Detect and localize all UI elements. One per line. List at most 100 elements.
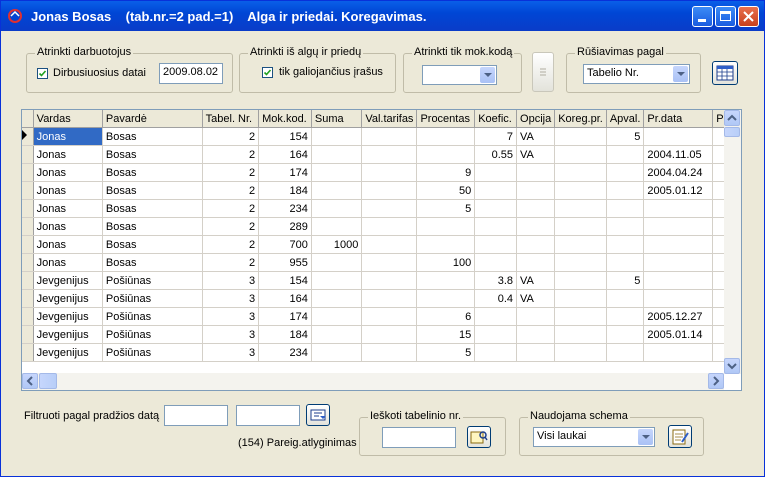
valid-records-checkbox[interactable] xyxy=(262,67,273,78)
table-cell[interactable]: Jonas xyxy=(33,145,103,164)
table-cell[interactable]: 154 xyxy=(258,271,312,290)
table-cell[interactable] xyxy=(311,253,363,272)
table-cell[interactable] xyxy=(516,181,556,200)
table-cell[interactable]: 154 xyxy=(258,127,312,146)
table-cell[interactable]: VA xyxy=(516,271,556,290)
table-cell[interactable]: Bosas xyxy=(102,181,203,200)
employee-date-input[interactable]: 2009.08.02 xyxy=(159,63,223,84)
report-button[interactable] xyxy=(712,61,738,85)
table-cell[interactable] xyxy=(554,307,607,326)
table-cell[interactable]: Pošiūnas xyxy=(102,271,203,290)
table-cell[interactable] xyxy=(474,343,518,362)
table-cell[interactable]: Pošiūnas xyxy=(102,325,203,344)
table-cell[interactable] xyxy=(554,253,607,272)
table-cell[interactable]: Pošiūnas xyxy=(102,289,203,308)
row-indicator[interactable] xyxy=(22,307,34,326)
table-cell[interactable]: Jevgenijus xyxy=(33,289,103,308)
sort-select[interactable]: Tabelio Nr. xyxy=(583,64,690,84)
table-cell[interactable] xyxy=(311,217,363,236)
table-cell[interactable]: Bosas xyxy=(102,217,203,236)
table-cell[interactable] xyxy=(643,271,714,290)
table-cell[interactable] xyxy=(606,325,645,344)
table-cell[interactable] xyxy=(474,307,518,326)
table-row[interactable]: Jevgenijus Pošiūnas 3 164 0.4 VA xyxy=(22,289,741,308)
table-cell[interactable] xyxy=(361,289,418,308)
table-cell[interactable]: 184 xyxy=(258,181,312,200)
table-cell[interactable] xyxy=(474,325,518,344)
table-cell[interactable] xyxy=(643,217,714,236)
table-cell[interactable]: Jonas xyxy=(33,127,103,146)
table-cell[interactable]: 289 xyxy=(258,217,312,236)
table-cell[interactable] xyxy=(361,325,418,344)
table-cell[interactable]: Bosas xyxy=(102,145,203,164)
table-cell[interactable]: 2 xyxy=(202,127,260,146)
table-cell[interactable]: 184 xyxy=(258,325,312,344)
table-cell[interactable] xyxy=(474,181,518,200)
table-cell[interactable]: 2 xyxy=(202,163,260,182)
row-indicator[interactable] xyxy=(22,163,34,182)
table-cell[interactable] xyxy=(606,343,645,362)
table-cell[interactable]: 5 xyxy=(416,199,476,218)
table-cell[interactable] xyxy=(554,145,607,164)
table-cell[interactable]: Jevgenijus xyxy=(33,307,103,326)
column-header[interactable]: Koreg.pr. xyxy=(554,110,607,128)
column-header[interactable]: Procentas xyxy=(416,110,476,128)
chevron-down-icon[interactable] xyxy=(480,67,495,83)
table-row[interactable]: Jonas Bosas 2 154 7 VA 5 xyxy=(22,127,741,146)
schema-select[interactable]: Visi laukai xyxy=(533,427,655,447)
column-header[interactable]: Mok.kod. xyxy=(258,110,312,128)
table-cell[interactable] xyxy=(311,271,363,290)
table-cell[interactable] xyxy=(361,163,418,182)
table-cell[interactable]: Jevgenijus xyxy=(33,271,103,290)
horizontal-scroll-thumb[interactable] xyxy=(39,373,57,389)
table-cell[interactable] xyxy=(416,235,476,254)
scroll-up-button[interactable] xyxy=(724,110,740,126)
table-cell[interactable]: Bosas xyxy=(102,127,203,146)
table-cell[interactable] xyxy=(516,253,556,272)
table-cell[interactable] xyxy=(361,127,418,146)
table-cell[interactable] xyxy=(416,271,476,290)
table-cell[interactable] xyxy=(554,289,607,308)
apply-code-button[interactable] xyxy=(532,52,554,92)
edit-schema-button[interactable] xyxy=(668,425,692,448)
column-header[interactable]: Koefic. xyxy=(474,110,518,128)
table-cell[interactable]: 955 xyxy=(258,253,312,272)
table-cell[interactable]: Jonas xyxy=(33,235,103,254)
table-cell[interactable] xyxy=(361,235,418,254)
table-cell[interactable] xyxy=(643,235,714,254)
row-indicator[interactable] xyxy=(22,235,34,254)
tab-number-search-input[interactable] xyxy=(382,427,456,448)
worked-on-date-label[interactable]: Dirbusiuosius datai xyxy=(53,67,146,79)
table-cell[interactable]: 3.8 xyxy=(474,271,518,290)
table-cell[interactable]: 2 xyxy=(202,181,260,200)
table-row[interactable]: Jonas Bosas 2 174 9 2004.04.24 xyxy=(22,163,741,182)
table-cell[interactable]: 3 xyxy=(202,307,260,326)
table-row[interactable]: Jevgenijus Pošiūnas 3 174 6 2005.12.27 xyxy=(22,307,741,326)
table-cell[interactable] xyxy=(416,217,476,236)
table-cell[interactable]: 1000 xyxy=(311,235,363,254)
table-row[interactable]: Jevgenijus Pošiūnas 3 184 15 2005.01.14 xyxy=(22,325,741,344)
table-cell[interactable] xyxy=(516,199,556,218)
table-cell[interactable]: Pošiūnas xyxy=(102,307,203,326)
table-cell[interactable] xyxy=(361,217,418,236)
table-cell[interactable]: Jonas xyxy=(33,181,103,200)
table-cell[interactable]: Jonas xyxy=(33,253,103,272)
table-cell[interactable] xyxy=(361,253,418,272)
table-row[interactable]: Jonas Bosas 2 184 50 2005.01.12 xyxy=(22,181,741,200)
table-cell[interactable] xyxy=(554,235,607,254)
search-tab-button[interactable] xyxy=(467,426,491,448)
row-indicator[interactable] xyxy=(22,253,34,272)
table-cell[interactable] xyxy=(643,289,714,308)
table-cell[interactable]: Jonas xyxy=(33,163,103,182)
table-cell[interactable]: 2004.11.05 xyxy=(643,145,714,164)
scroll-left-button[interactable] xyxy=(22,373,38,389)
row-indicator[interactable] xyxy=(22,181,34,200)
table-row[interactable]: Jonas Bosas 2 164 0.55 VA 2004.11.05 xyxy=(22,145,741,164)
table-cell[interactable] xyxy=(554,343,607,362)
table-cell[interactable] xyxy=(554,163,607,182)
table-cell[interactable]: Jonas xyxy=(33,217,103,236)
scroll-down-button[interactable] xyxy=(724,358,740,374)
row-indicator[interactable] xyxy=(22,343,34,362)
scroll-right-button[interactable] xyxy=(708,373,724,389)
table-cell[interactable] xyxy=(554,199,607,218)
